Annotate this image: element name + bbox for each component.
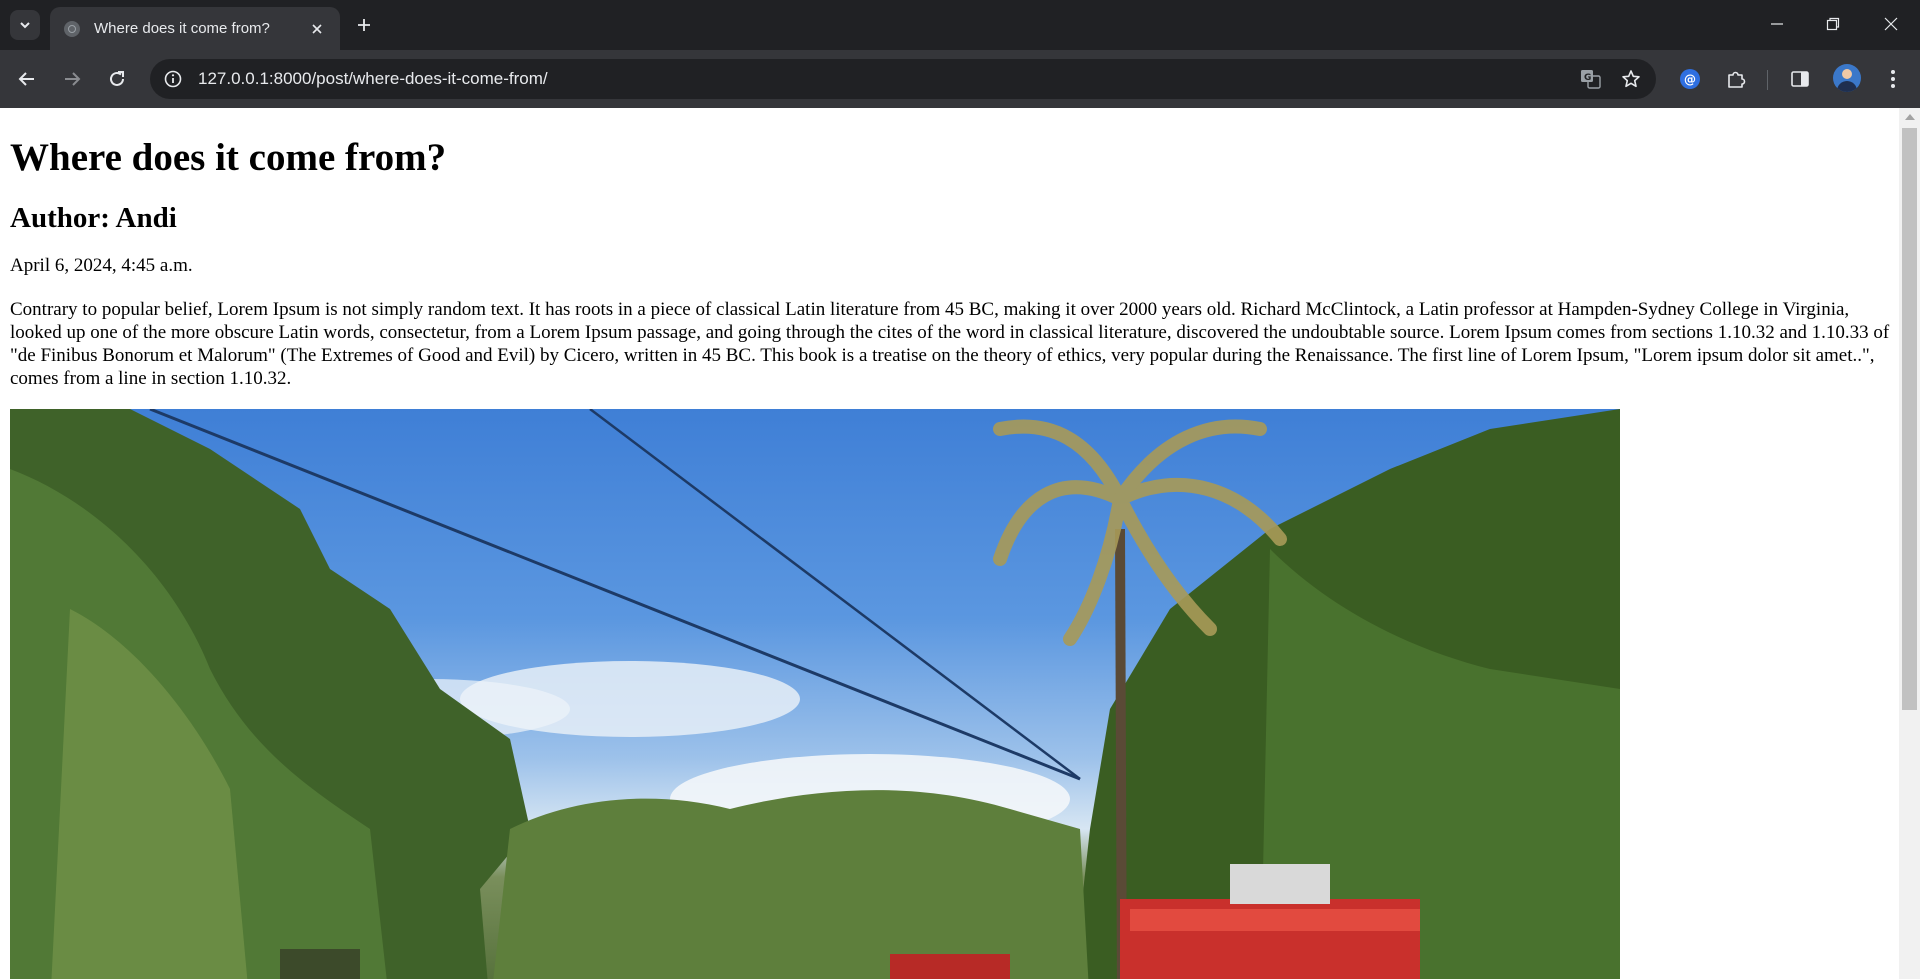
puzzle-icon (1728, 71, 1746, 88)
account-extension-button[interactable]: @ (1675, 64, 1705, 94)
minimize-button[interactable] (1754, 6, 1800, 42)
side-panel-icon (1791, 71, 1809, 87)
browser-menu-button[interactable] (1878, 64, 1908, 94)
restore-button[interactable] (1810, 6, 1856, 42)
scroll-up-arrow-icon[interactable] (1905, 114, 1915, 120)
site-info-button[interactable] (160, 66, 186, 92)
chevron-down-icon (20, 22, 30, 29)
back-button[interactable] (10, 62, 44, 96)
svg-text:G: G (1584, 73, 1591, 83)
plus-icon (358, 19, 370, 31)
page-viewport: Where does it come from? Author: Andi Ap… (0, 108, 1920, 979)
reload-button[interactable] (100, 62, 134, 96)
post-date: April 6, 2024, 4:45 a.m. (10, 255, 193, 276)
tab-title: Where does it come from? (94, 20, 270, 37)
tab-close-button[interactable] (306, 18, 328, 40)
star-icon (1622, 70, 1640, 88)
svg-text:@: @ (1684, 73, 1696, 87)
tab-strip: Where does it come from? (0, 0, 1920, 50)
arrow-left-icon (18, 72, 34, 86)
close-icon (1884, 17, 1898, 31)
more-vertical-icon (1891, 70, 1895, 88)
browser-tab[interactable]: Where does it come from? (50, 7, 340, 50)
avatar-head (1842, 69, 1852, 79)
avatar-body (1837, 81, 1857, 92)
extensions-button[interactable] (1721, 64, 1751, 94)
browser-toolbar: 127.0.0.1:8000/post/where-does-it-come-f… (0, 50, 1920, 108)
translate-button[interactable]: G (1576, 64, 1606, 94)
minimize-icon (1771, 23, 1783, 25)
scrollbar-thumb[interactable] (1902, 128, 1917, 710)
globe-icon (64, 20, 80, 37)
street-scene-image (10, 409, 1620, 979)
post-image (10, 409, 1620, 979)
close-icon (312, 23, 322, 34)
post-author: Author: Andi (10, 202, 177, 234)
forward-button[interactable] (55, 62, 89, 96)
new-tab-button[interactable] (350, 11, 378, 39)
profile-avatar[interactable] (1833, 64, 1861, 92)
url-text[interactable]: 127.0.0.1:8000/post/where-does-it-come-f… (198, 69, 1576, 89)
post-title: Where does it come from? (10, 136, 447, 179)
address-bar[interactable]: 127.0.0.1:8000/post/where-does-it-come-f… (150, 59, 1656, 99)
toolbar-divider (1767, 70, 1768, 90)
close-window-button[interactable] (1868, 6, 1914, 42)
side-panel-button[interactable] (1785, 64, 1815, 94)
info-icon (164, 70, 182, 88)
tab-search-button[interactable] (10, 10, 40, 40)
translate-icon: G (1581, 70, 1601, 89)
bookmark-button[interactable] (1616, 64, 1646, 94)
post-body: Contrary to popular belief, Lorem Ipsum … (10, 299, 1890, 389)
restore-icon (1826, 17, 1840, 31)
page-scrollbar[interactable] (1899, 108, 1920, 979)
post-content: Where does it come from? Author: Andi Ap… (10, 108, 1898, 979)
reload-icon (110, 71, 124, 86)
arrow-right-icon (65, 72, 81, 86)
at-sign-icon: @ (1680, 69, 1700, 89)
